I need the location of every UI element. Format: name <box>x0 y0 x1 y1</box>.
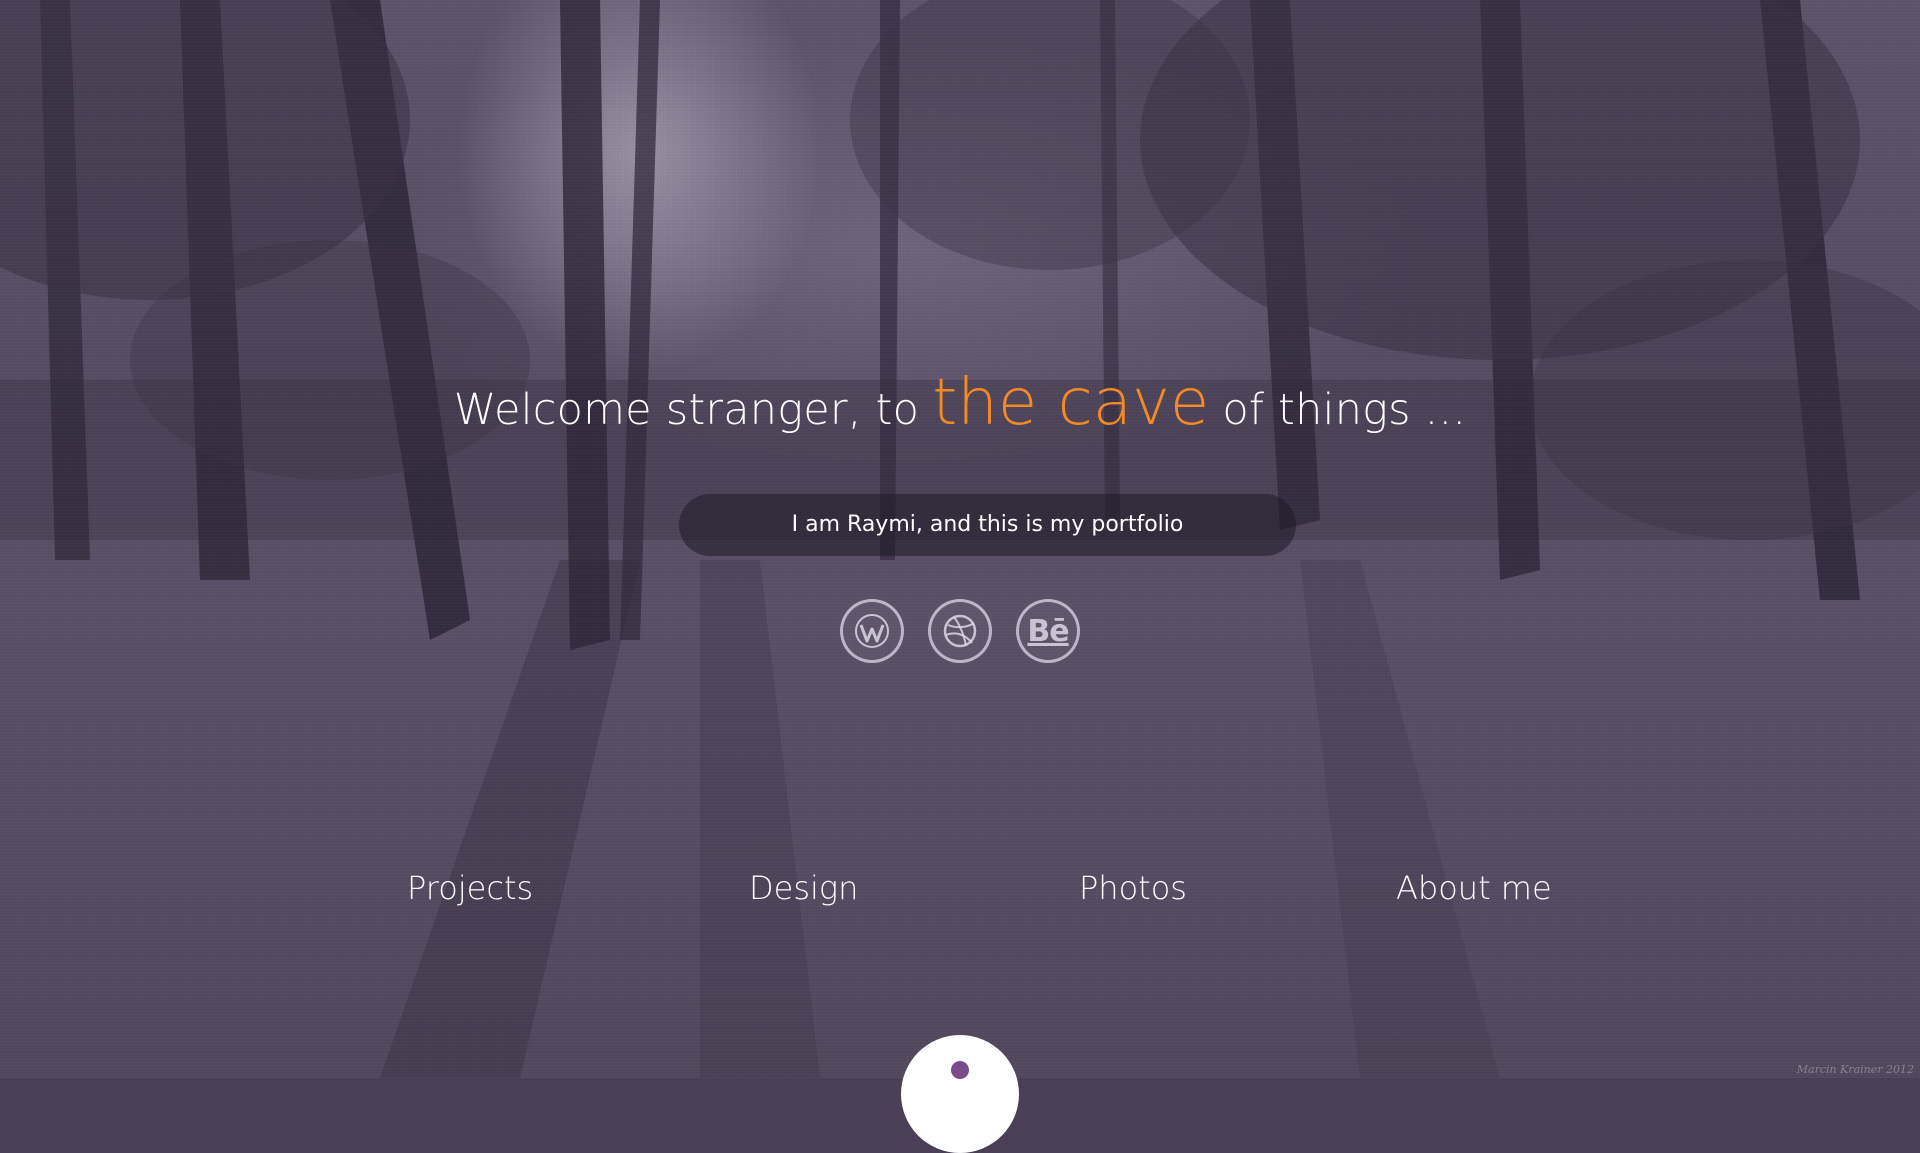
behance-glyph: Bē <box>1027 613 1069 649</box>
headline-accent: the cave <box>932 366 1210 440</box>
social-links: Bē <box>0 599 1920 663</box>
nav-projects[interactable]: Projects <box>407 869 533 907</box>
nav-design[interactable]: Design <box>749 869 858 907</box>
headline: Welcome stranger, to the cave of things … <box>0 366 1920 440</box>
dribbble-icon[interactable] <box>928 599 992 663</box>
wordpress-icon[interactable] <box>840 599 904 663</box>
nav-photos[interactable]: Photos <box>1079 869 1187 907</box>
nav-about-me[interactable]: About me <box>1396 869 1552 907</box>
tagline-pill: I am Raymi, and this is my portfolio <box>679 494 1296 556</box>
scroll-indicator-dot <box>951 1061 969 1079</box>
headline-after: of things ... <box>1222 385 1467 435</box>
main-nav: Projects Design Photos About me <box>0 869 1920 917</box>
scroll-down-button[interactable] <box>901 1035 1019 1153</box>
photo-signature: Marcin Krainer 2012 <box>1796 1063 1914 1076</box>
headline-before: Welcome stranger, to <box>453 385 920 435</box>
behance-icon[interactable]: Bē <box>1016 599 1080 663</box>
